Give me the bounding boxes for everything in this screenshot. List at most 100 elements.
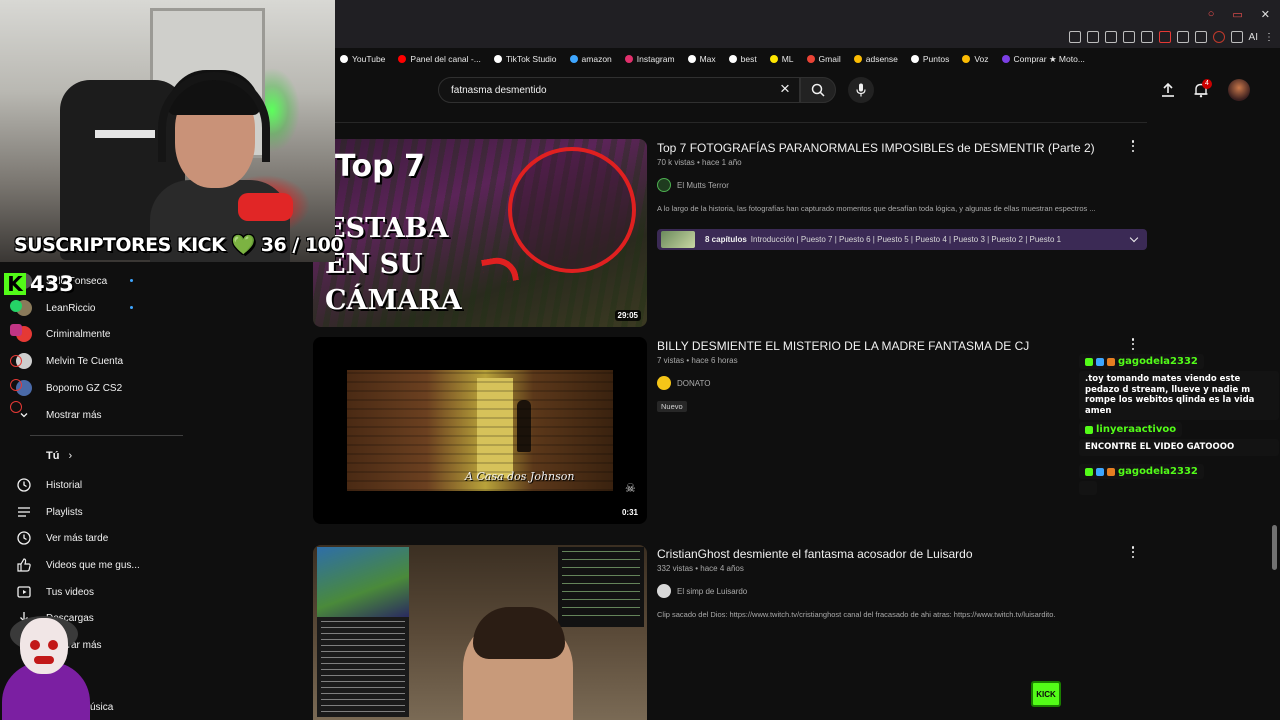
extension-icon[interactable] bbox=[1140, 31, 1153, 43]
section-title: Tú bbox=[46, 450, 60, 462]
clear-search-icon[interactable]: × bbox=[776, 80, 794, 98]
bookmark-item[interactable]: YouTube bbox=[340, 54, 385, 64]
thumb-caption: A Casa dos Johnson bbox=[465, 470, 575, 483]
minimize-icon[interactable]: ○ bbox=[1208, 8, 1215, 21]
voice-search-button[interactable] bbox=[848, 77, 874, 103]
bookmark-icon bbox=[687, 55, 696, 63]
account-avatar[interactable] bbox=[1228, 79, 1250, 101]
menu-icon[interactable]: ⋮ bbox=[1264, 32, 1274, 43]
puzzle-icon[interactable] bbox=[1194, 31, 1207, 43]
chat-message-text: .toy tomando mates viendo este pedazo d … bbox=[1079, 371, 1279, 420]
video-thumbnail[interactable] bbox=[313, 545, 647, 720]
bookmark-label: Comprar ★ Moto... bbox=[1013, 53, 1085, 64]
bookmark-icon bbox=[398, 55, 407, 63]
game-scene: A Casa dos Johnson bbox=[347, 370, 613, 491]
channel-avatar[interactable] bbox=[657, 178, 671, 192]
bookmark-item[interactable]: adsense bbox=[853, 54, 898, 64]
sidebar-item-music[interactable]: úsica bbox=[90, 702, 113, 713]
video-title[interactable]: BILLY DESMIENTE EL MISTERIO DE LA MADRE … bbox=[657, 339, 1029, 353]
channel-name[interactable]: El simp de Luisardo bbox=[677, 587, 747, 596]
stream-chat-panel bbox=[317, 547, 409, 717]
sidebar-show-more[interactable]: Mostrar más bbox=[16, 407, 102, 423]
more-options-icon[interactable] bbox=[1128, 139, 1138, 153]
chevron-right-icon: › bbox=[68, 450, 73, 462]
video-channel[interactable]: El simp de Luisardo bbox=[657, 584, 747, 598]
sidebar-subscription-item[interactable]: Melvin Te Cuenta bbox=[16, 353, 123, 369]
avatar-mouth bbox=[34, 656, 54, 664]
history-icon bbox=[16, 477, 32, 493]
ai-button[interactable]: AI bbox=[1249, 32, 1258, 43]
settings-icon[interactable] bbox=[10, 401, 22, 413]
search-button[interactable] bbox=[800, 77, 836, 103]
bookmark-item[interactable]: Instagram bbox=[624, 54, 675, 64]
channel-avatar[interactable] bbox=[657, 376, 671, 390]
bookmark-item[interactable]: Max bbox=[687, 54, 716, 64]
bookmark-icon bbox=[962, 55, 971, 63]
chapters-bar[interactable]: 8 capítulos Introducción | Puesto 7 | Pu… bbox=[657, 229, 1147, 250]
sidebar-item[interactable]: Historial bbox=[16, 477, 82, 493]
extension-icon[interactable] bbox=[1104, 31, 1117, 43]
video-title[interactable]: CristianGhost desmiente el fantasma acos… bbox=[657, 547, 973, 561]
kick-logo-button[interactable]: KICK bbox=[1031, 681, 1061, 707]
bookmark-icon bbox=[340, 55, 348, 63]
video-meta: 332 vistas • hace 4 años bbox=[657, 564, 744, 573]
sidebar-item[interactable]: Tus videos bbox=[16, 584, 94, 600]
whatsapp-icon[interactable] bbox=[10, 300, 22, 312]
bookmark-item[interactable]: best bbox=[728, 54, 757, 64]
bookmark-item[interactable]: Puntos bbox=[910, 54, 950, 64]
download-icon[interactable] bbox=[1230, 31, 1243, 43]
bookmark-item[interactable]: Comprar ★ Moto... bbox=[1001, 53, 1085, 65]
more-options-icon[interactable] bbox=[1128, 337, 1138, 351]
extension-icon[interactable] bbox=[1158, 31, 1171, 43]
scrollbar[interactable] bbox=[1272, 525, 1277, 570]
bookmark-item[interactable]: Voz bbox=[962, 54, 989, 64]
restore-icon[interactable]: ▭ bbox=[1232, 8, 1242, 21]
extension-icon[interactable] bbox=[1086, 31, 1099, 43]
sidebar-item-label: Playlists bbox=[46, 506, 83, 518]
sidebar-item[interactable]: Videos que me gus... bbox=[16, 557, 140, 573]
video-thumbnail[interactable]: Top 7 ESTABA EN SU CÁMARA 29:05 bbox=[313, 139, 647, 327]
channel-avatar[interactable] bbox=[657, 584, 671, 598]
bookmark-icon bbox=[1001, 55, 1010, 63]
bookmark-item[interactable]: amazon bbox=[569, 54, 612, 64]
bookmark-label: Max bbox=[699, 54, 716, 64]
sidebar-subscription-item[interactable]: Criminalmente bbox=[16, 326, 110, 342]
channel-name[interactable]: DONATO bbox=[677, 379, 710, 388]
like-icon bbox=[16, 557, 32, 573]
subs-goal-count: 36 / 100 bbox=[260, 234, 344, 256]
upload-icon[interactable] bbox=[1160, 82, 1176, 98]
video-channel[interactable]: DONATO bbox=[657, 376, 710, 390]
bookmark-label: Puntos bbox=[922, 54, 950, 64]
channel-name[interactable]: El Mutts Terror bbox=[677, 181, 729, 190]
profile-icon[interactable] bbox=[1212, 31, 1225, 43]
history-icon[interactable] bbox=[10, 355, 22, 367]
bookmark-item[interactable]: ML bbox=[769, 54, 794, 64]
instagram-icon[interactable] bbox=[10, 324, 22, 336]
sidebar-item[interactable]: Playlists bbox=[16, 504, 83, 520]
refresh-icon[interactable] bbox=[10, 379, 22, 391]
close-window-icon[interactable]: ✕ bbox=[1261, 8, 1270, 21]
bookmark-item[interactable]: Panel del canal -... bbox=[398, 54, 481, 64]
extension-icon[interactable] bbox=[1068, 31, 1081, 43]
chevron-down-icon[interactable] bbox=[1129, 233, 1139, 243]
more-options-icon[interactable] bbox=[1128, 545, 1138, 559]
extension-icon[interactable] bbox=[1122, 31, 1135, 43]
sidebar-item[interactable]: Ver más tarde bbox=[16, 530, 108, 546]
bookmark-item[interactable]: Gmail bbox=[806, 54, 841, 64]
video-title[interactable]: Top 7 FOTOGRAFÍAS PARANORMALES IMPOSIBLE… bbox=[657, 141, 1095, 155]
video-channel[interactable]: El Mutts Terror bbox=[657, 178, 729, 192]
sidebar-section-you[interactable]: Tú › bbox=[46, 450, 72, 462]
bookmark-label: Voz bbox=[974, 54, 989, 64]
your-videos-icon bbox=[16, 584, 32, 600]
bookmark-item[interactable]: TikTok Studio bbox=[493, 54, 557, 64]
video-thumbnail[interactable]: A Casa dos Johnson ☠ 0:31 bbox=[313, 337, 647, 524]
stream-chat-panel bbox=[558, 547, 644, 627]
extension-icon[interactable] bbox=[1176, 31, 1189, 43]
new-content-dot bbox=[130, 279, 133, 282]
search-query: fatnasma desmentido bbox=[451, 84, 547, 96]
sidebar-item-label: Criminalmente bbox=[46, 328, 111, 340]
playlists-icon bbox=[16, 504, 32, 520]
sidebar-subscription-item[interactable]: LeanRiccio bbox=[16, 300, 95, 316]
sidebar-subscription-item[interactable]: Bopomo GZ CS2 bbox=[16, 380, 122, 396]
search-input[interactable]: fatnasma desmentido bbox=[438, 77, 800, 103]
